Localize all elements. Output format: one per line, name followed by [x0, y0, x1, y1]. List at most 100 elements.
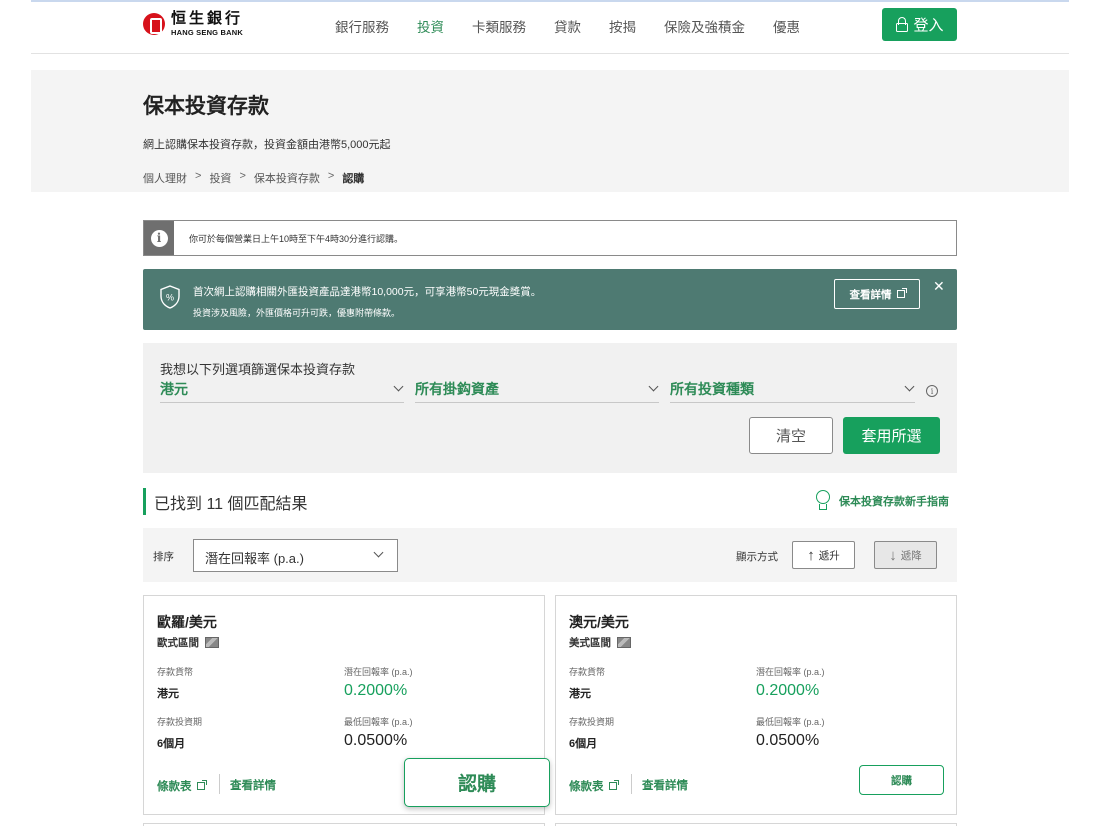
subscribe-button[interactable]: 認購 [404, 758, 550, 807]
min-return-key: 最低回報率 (p.a.) [756, 717, 825, 727]
term-sheet-label: 條款表 [157, 781, 192, 793]
sort-select[interactable]: 潛在回報率 (p.a.) [193, 539, 398, 572]
nav-offers[interactable]: 優惠 [773, 16, 800, 36]
sort-ascending-button[interactable]: ↑ 遞升 [792, 541, 855, 569]
type-dropdown-value: 所有投資種類 [670, 381, 754, 397]
page-subtitle: 網上認購保本投資存款，投資金額由港幣5,000元起 [143, 139, 391, 151]
chevron-right-icon: > [195, 170, 202, 182]
chevron-down-icon [393, 381, 404, 392]
close-icon[interactable]: ✕ [933, 279, 945, 293]
tenor-value: 6個月 [157, 738, 186, 750]
subscribe-button[interactable]: 認購 [859, 765, 944, 795]
info-banner: i 你可於每個營業日上午10時至下午4時30分進行認購。 [143, 220, 957, 256]
potential-return-value: 0.2000% [756, 682, 820, 699]
filter-info-icon[interactable]: i [926, 385, 938, 397]
tenor-value: 6個月 [569, 738, 598, 750]
sort-label: 排序 [153, 551, 174, 563]
page-title: 保本投資存款 [143, 95, 269, 118]
beginner-guide-label: 保本投資存款新手指南 [839, 496, 949, 508]
nav-investment[interactable]: 投資 [417, 16, 444, 36]
clear-button[interactable]: 清空 [749, 417, 833, 454]
site-header: 恒生銀行 HANG SENG BANK 銀行服務 投資 卡類服務 貸款 按揭 保… [31, 2, 1069, 54]
breadcrumb-principal-protected[interactable]: 保本投資存款 [254, 170, 320, 186]
promo-headline: 首次網上認購相關外匯投資產品達港幣10,000元，可享港幣50元現金獎賞。 [193, 286, 542, 298]
shield-percent-icon: % [160, 285, 180, 309]
divider [219, 774, 220, 794]
apply-filter-button[interactable]: 套用所選 [843, 417, 940, 454]
min-return-key: 最低回報率 (p.a.) [344, 717, 413, 727]
currency-key: 存款貨幣 [569, 667, 606, 677]
chevron-down-icon [904, 381, 915, 392]
external-link-icon [196, 780, 207, 790]
chevron-down-icon [373, 547, 384, 558]
currency-dropdown[interactable]: 港元 [160, 379, 404, 403]
hang-seng-logo[interactable]: 恒生銀行 HANG SENG BANK [143, 11, 243, 37]
product-title: 歐羅/美元 [157, 614, 217, 630]
nav-loans[interactable]: 貸款 [554, 16, 581, 36]
nav-mortgage[interactable]: 按揭 [609, 16, 636, 36]
min-return-value: 0.0500% [756, 732, 820, 749]
nav-cards[interactable]: 卡類服務 [472, 16, 526, 36]
view-details-link[interactable]: 查看詳情 [230, 777, 276, 793]
promo-details-label: 查看詳情 [849, 288, 892, 301]
currency-value: 港元 [569, 688, 591, 700]
filter-panel: 我想以下列選項篩選保本投資存款 港元 所有掛鈎資產 所有投資種類 i 清空 套用… [143, 343, 957, 473]
lightbulb-icon [815, 490, 831, 512]
sort-descending-button[interactable]: ↓ 遞降 [874, 541, 937, 569]
chevron-down-icon [648, 381, 659, 392]
tenor-key: 存款投資期 [157, 717, 203, 727]
info-banner-text: 你可於每個營業日上午10時至下午4時30分進行認購。 [189, 233, 404, 244]
potential-return-key: 潛在回報率 (p.a.) [344, 667, 413, 677]
login-button[interactable]: 登入 [882, 8, 957, 41]
chart-icon [617, 637, 631, 648]
filter-label: 我想以下列選項篩選保本投資存款 [160, 362, 356, 377]
nav-banking[interactable]: 銀行服務 [335, 16, 389, 36]
svg-text:%: % [166, 293, 174, 303]
promo-banner: % 首次網上認購相關外匯投資產品達港幣10,000元，可享港幣50元現金獎賞。 … [143, 269, 957, 330]
product-title: 澳元/美元 [569, 614, 629, 630]
breadcrumb-investment[interactable]: 投資 [209, 170, 231, 186]
product-type: 歐式區間 [157, 635, 219, 650]
sort-descending-label: 遞降 [900, 549, 922, 562]
chart-icon [205, 637, 219, 648]
min-return-value: 0.0500% [344, 732, 408, 749]
info-icon: i [150, 229, 168, 247]
info-icon-box: i [144, 221, 174, 255]
arrow-up-icon: ↑ [807, 546, 815, 564]
potential-return-value: 0.2000% [344, 682, 408, 699]
breadcrumb: 個人理財 > 投資 > 保本投資存款 > 認購 [143, 170, 364, 186]
currency-key: 存款貨幣 [157, 667, 194, 677]
logo-icon [143, 12, 165, 35]
lock-icon [895, 17, 909, 32]
potential-return-key: 潛在回報率 (p.a.) [756, 667, 825, 677]
login-label: 登入 [913, 17, 944, 34]
logo-chinese-name: 恒生銀行 [171, 9, 244, 27]
currency-value: 港元 [157, 688, 179, 700]
divider [631, 774, 632, 794]
term-sheet-label: 條款表 [569, 781, 604, 793]
sort-ascending-label: 遞升 [818, 549, 840, 562]
asset-dropdown-value: 所有掛鈎資產 [415, 381, 499, 397]
breadcrumb-current: 認購 [342, 173, 365, 185]
sort-bar: 排序 潛在回報率 (p.a.) 顯示方式 ↑ 遞升 ↓ 遞降 [143, 528, 957, 582]
product-type-label: 歐式區間 [157, 637, 199, 649]
sort-select-value: 潛在回報率 (p.a.) [205, 551, 304, 566]
type-dropdown[interactable]: 所有投資種類 [670, 379, 915, 403]
chevron-right-icon: > [327, 170, 335, 182]
display-mode-label: 顯示方式 [736, 551, 778, 563]
breadcrumb-personal-finance[interactable]: 個人理財 [143, 170, 187, 186]
main-nav: 銀行服務 投資 卡類服務 貸款 按揭 保險及強積金 優惠 [335, 16, 828, 36]
beginner-guide-link[interactable]: 保本投資存款新手指南 [815, 490, 949, 512]
asset-dropdown[interactable]: 所有掛鈎資產 [415, 379, 659, 403]
results-count: 已找到 11 個匹配結果 [154, 495, 308, 513]
term-sheet-link[interactable]: 條款表 [157, 778, 207, 794]
chevron-right-icon: > [239, 170, 246, 182]
term-sheet-link[interactable]: 條款表 [569, 778, 619, 794]
external-link-icon [608, 780, 619, 790]
arrow-down-icon: ↓ [889, 546, 897, 564]
nav-insurance-mpf[interactable]: 保險及強積金 [664, 16, 745, 36]
tenor-key: 存款投資期 [569, 717, 615, 727]
promo-details-button[interactable]: 查看詳情 [834, 279, 920, 309]
external-link-icon [896, 288, 907, 298]
view-details-link[interactable]: 查看詳情 [642, 777, 688, 793]
